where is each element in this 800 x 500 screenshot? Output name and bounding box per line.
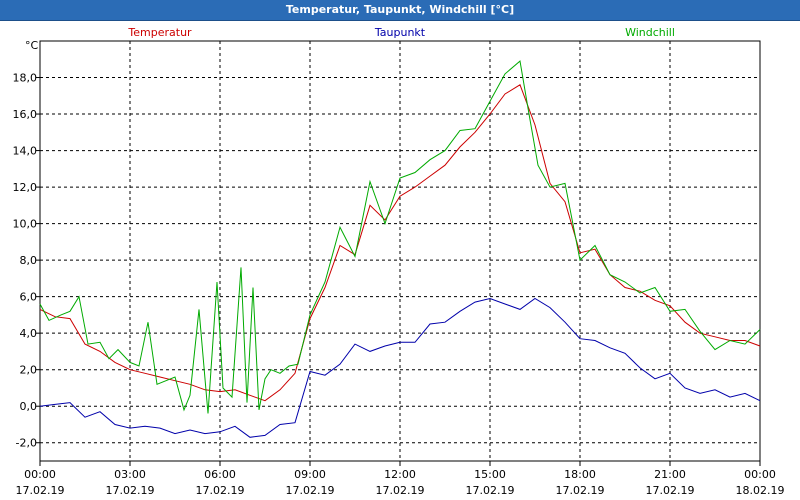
- x-tick-date-label: 17.02.19: [196, 484, 245, 497]
- x-axis-ticks: 00:00 17.02.19 03:00 17.02.19 06:00 17.02.19 0…: [16, 461, 785, 497]
- chart-area: -2,00,02,04,06,08,010,012,014,016,018,0 …: [13, 26, 785, 497]
- x-tick-date-label: 18.02.19: [736, 484, 785, 497]
- x-tick-date-label: 17.02.19: [556, 484, 605, 497]
- y-tick-label: 2,0: [20, 364, 38, 377]
- x-tick-time-label: 09:00: [294, 468, 326, 481]
- y-tick-label: 8,0: [20, 254, 38, 267]
- x-tick-date-label: 17.02.19: [466, 484, 515, 497]
- y-tick-label: 16,0: [13, 108, 38, 121]
- x-tick-date-label: 17.02.19: [16, 484, 65, 497]
- y-tick-label: 6,0: [20, 291, 38, 304]
- x-tick-date-label: 17.02.19: [106, 484, 155, 497]
- x-tick-date-label: 17.02.19: [376, 484, 425, 497]
- x-tick-time-label: 15:00: [474, 468, 506, 481]
- y-tick-label: 4,0: [20, 327, 38, 340]
- legend-entry-windchill: Windchill: [625, 26, 675, 39]
- x-tick-time-label: 06:00: [204, 468, 236, 481]
- x-tick-time-label: 12:00: [384, 468, 416, 481]
- x-tick-time-label: 18:00: [564, 468, 596, 481]
- y-axis-label: °C: [25, 39, 39, 52]
- y-tick-label: 12,0: [13, 181, 38, 194]
- chart-title: Temperatur, Taupunkt, Windchill [°C]: [0, 0, 800, 21]
- x-tick-time-label: 00:00: [24, 468, 56, 481]
- x-tick-date-label: 17.02.19: [286, 484, 335, 497]
- y-tick-label: 14,0: [13, 145, 38, 158]
- y-tick-label: 18,0: [13, 72, 38, 85]
- x-tick-time-label: 00:00: [744, 468, 776, 481]
- legend-entry-temperatur: Temperatur: [127, 26, 192, 39]
- y-tick-label: -2,0: [16, 437, 37, 450]
- x-tick-time-label: 03:00: [114, 468, 146, 481]
- x-tick-time-label: 21:00: [654, 468, 686, 481]
- y-tick-label: 0,0: [20, 400, 38, 413]
- legend: Temperatur Taupunkt Windchill: [127, 26, 675, 39]
- y-axis-ticks: -2,0 0,0 2,0 4,0 6,0 8,0 10,0 12,0 14,0 16,0 18,0: [13, 72, 40, 450]
- x-tick-date-label: 17.02.19: [646, 484, 695, 497]
- y-tick-label: 10,0: [13, 218, 38, 231]
- legend-entry-taupunkt: Taupunkt: [374, 26, 426, 39]
